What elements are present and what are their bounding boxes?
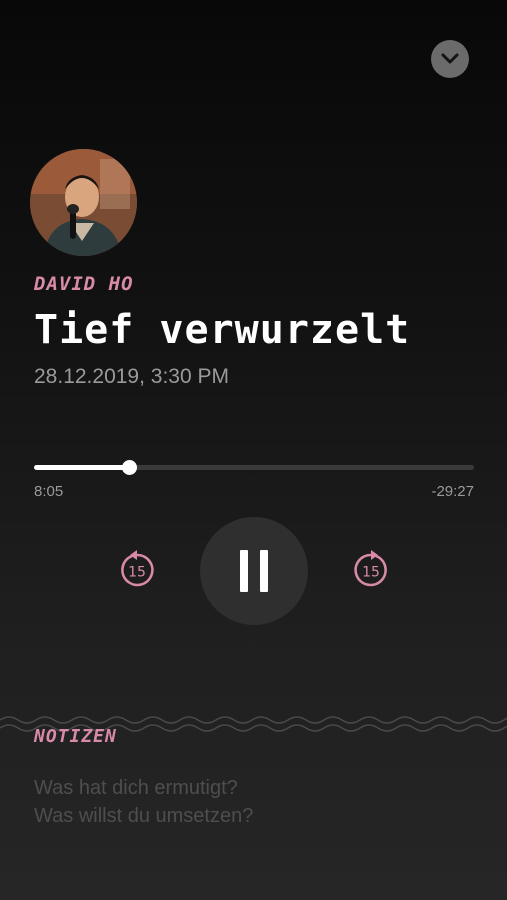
notes-label: NOTIZEN [34, 726, 117, 747]
chevron-down-icon [441, 53, 459, 64]
collapse-button[interactable] [431, 40, 469, 78]
progress-track[interactable] [34, 460, 474, 475]
episode-date: 28.12.2019, 3:30 PM [34, 365, 229, 388]
remaining-time: -29:27 [431, 483, 474, 500]
author-name: DAVID HO [34, 273, 134, 295]
pause-icon [240, 550, 248, 592]
progress-thumb[interactable] [121, 460, 137, 475]
notes-input[interactable] [34, 774, 474, 854]
speaker-avatar [30, 149, 137, 256]
skip-back-label: 15 [128, 565, 146, 581]
forward-15-icon: 15 [354, 550, 387, 587]
skip-forward-button[interactable]: 15 [351, 550, 391, 590]
episode-title: Tief verwurzelt [34, 307, 411, 353]
pause-button[interactable] [200, 517, 308, 625]
rewind-15-icon: 15 [121, 550, 154, 587]
elapsed-time: 8:05 [34, 483, 64, 500]
skip-forward-label: 15 [362, 565, 380, 581]
progress-fill [34, 465, 129, 470]
skip-back-button[interactable]: 15 [117, 550, 157, 590]
